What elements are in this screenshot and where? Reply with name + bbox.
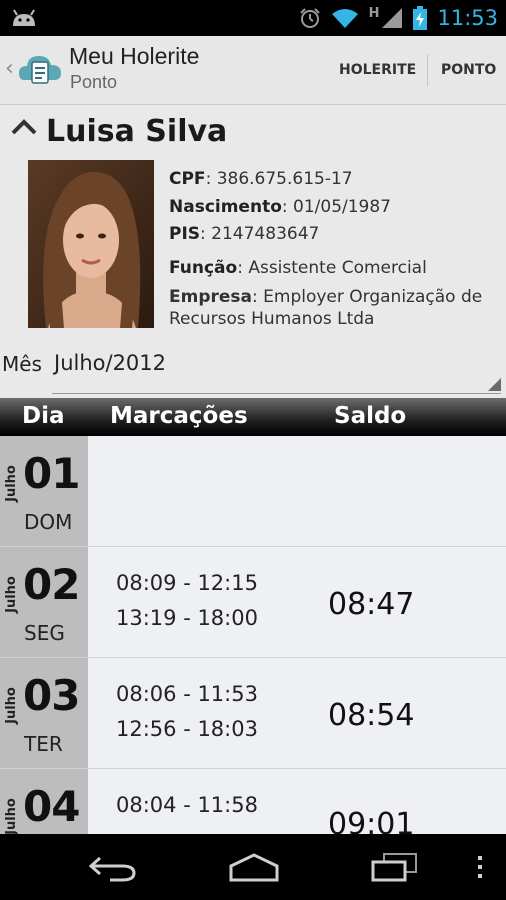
row-saldo: 08:54 — [328, 698, 415, 733]
row-punch-2: 12:56 - 18:03 — [116, 717, 258, 741]
month-label: Mês — [2, 352, 42, 376]
cpf-field: CPF: 386.675.615-17 — [169, 169, 353, 189]
row-saldo: 09:01 — [328, 807, 415, 834]
row-weekday: TER — [24, 732, 63, 756]
battery-charging-icon — [413, 6, 428, 30]
pis-field: PIS: 2147483647 — [169, 224, 320, 244]
header-dia: Dia — [22, 403, 65, 429]
table-row[interactable]: Julho 02 SEG 08:09 - 12:15 13:19 - 18:00… — [0, 547, 506, 658]
overflow-menu-icon[interactable] — [476, 854, 484, 880]
row-day: 01 — [23, 449, 80, 498]
employee-profile: Luisa Silva CPF: 386.675.615-17 Nascimen… — [0, 105, 506, 398]
signal-icon — [382, 8, 403, 28]
funcao-field: Função: Assistente Comercial — [169, 258, 427, 278]
wifi-icon — [331, 9, 358, 28]
employee-photo — [28, 160, 154, 328]
row-punch-2: 13:19 - 18:00 — [116, 606, 258, 630]
header-marcacoes: Marcações — [110, 403, 248, 429]
nascimento-label: Nascimento — [169, 197, 282, 217]
recent-apps-icon[interactable] — [370, 852, 418, 882]
navigation-bar — [0, 834, 506, 900]
chevron-left-icon: ‹ — [5, 56, 14, 81]
tab-holerite[interactable]: HOLERITE — [339, 36, 416, 104]
day-cell: Julho 04 — [0, 769, 88, 834]
up-navigation[interactable]: ‹ Meu Holerite Ponto — [0, 36, 215, 104]
app-title: Meu Holerite — [69, 43, 200, 69]
cpf-value: 386.675.615-17 — [216, 169, 353, 189]
header-saldo: Saldo — [334, 403, 407, 429]
nascimento-field: Nascimento: 01/05/1987 — [169, 197, 391, 217]
nascimento-value: 01/05/1987 — [293, 197, 391, 217]
row-day: 03 — [23, 671, 80, 720]
action-bar: ‹ Meu Holerite Ponto HOLERITE PONTO — [0, 36, 506, 105]
home-icon[interactable] — [227, 852, 281, 882]
row-punch-1: 08:06 - 11:53 — [116, 682, 258, 706]
funcao-value: Assistente Comercial — [248, 258, 427, 278]
alarm-icon — [299, 8, 320, 28]
row-month: Julho — [3, 576, 19, 613]
android-icon — [13, 9, 35, 26]
collapse-chevron-icon[interactable] — [10, 116, 38, 138]
row-month: Julho — [3, 798, 19, 834]
table-row[interactable]: Julho 04 08:04 - 11:58 09:01 — [0, 769, 506, 834]
timesheet-header: Dia Marcações Saldo — [0, 398, 506, 436]
tab-divider — [427, 54, 428, 86]
back-icon[interactable] — [88, 854, 138, 882]
pis-value: 2147483647 — [211, 224, 320, 244]
row-punch-1: 08:09 - 12:15 — [116, 571, 258, 595]
row-punch-1: 08:04 - 11:58 — [116, 793, 258, 817]
day-cell: Julho 01 DOM — [0, 436, 88, 546]
day-cell: Julho 03 TER — [0, 658, 88, 768]
month-value: Julho/2012 — [54, 351, 167, 375]
empresa-label: Empresa — [169, 287, 252, 307]
row-saldo: 08:47 — [328, 587, 415, 622]
table-row[interactable]: Julho 03 TER 08:06 - 11:53 12:56 - 18:03… — [0, 658, 506, 769]
app-subtitle: Ponto — [70, 72, 118, 92]
app-logo-icon — [19, 56, 61, 84]
row-month: Julho — [3, 465, 19, 502]
day-cell: Julho 02 SEG — [0, 547, 88, 657]
table-row[interactable]: Julho 01 DOM — [0, 436, 506, 547]
row-month: Julho — [3, 687, 19, 724]
spinner-arrow-icon — [488, 378, 501, 391]
status-bar: H 11:53 — [0, 0, 506, 36]
funcao-label: Função — [169, 258, 238, 278]
status-clock: 11:53 — [437, 6, 498, 30]
pis-label: PIS — [169, 224, 201, 244]
month-spinner[interactable]: Julho/2012 — [52, 343, 501, 394]
row-weekday: SEG — [24, 621, 65, 645]
timesheet-list[interactable]: Julho 01 DOM Julho 02 SEG 08:09 - 12:15 … — [0, 436, 506, 834]
empresa-field: Empresa: Employer Organização de Recurso… — [169, 287, 483, 329]
network-type: H — [368, 5, 380, 21]
employee-name: Luisa Silva — [46, 114, 228, 149]
row-weekday: DOM — [24, 510, 73, 534]
cpf-label: CPF — [169, 169, 206, 189]
row-day: 02 — [23, 560, 80, 609]
row-day: 04 — [23, 782, 80, 831]
tab-ponto[interactable]: PONTO — [441, 36, 496, 104]
